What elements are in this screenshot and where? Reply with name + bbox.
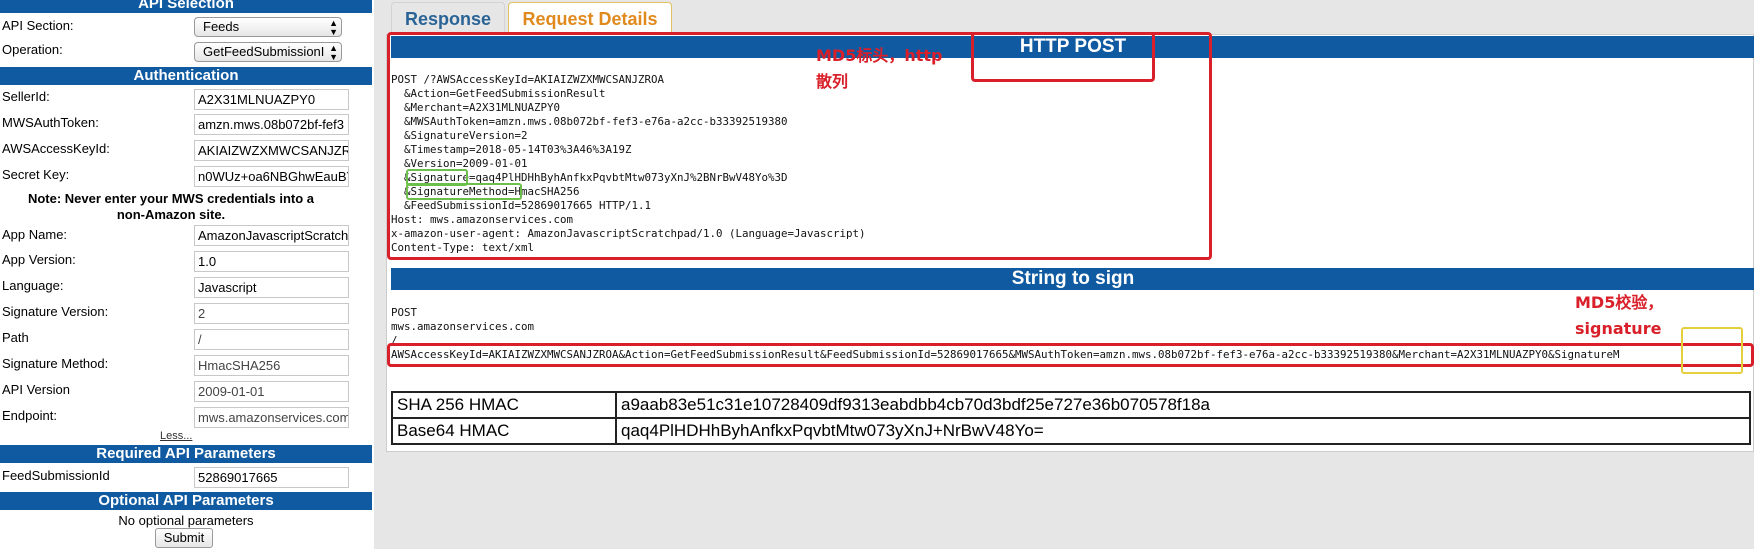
api-section-label: API Section: [2,18,74,33]
required-params-header: Required API Parameters [0,445,372,463]
less-link[interactable]: Less... [160,430,192,442]
app-version-input[interactable]: 1.0 [194,251,349,272]
authentication-header: Authentication [0,67,372,85]
api-selection-header: API Selection [0,0,372,13]
sha256-hmac-label: SHA 256 HMAC [391,391,617,419]
language-label: Language: [2,278,64,293]
submit-button[interactable]: Submit [155,528,213,548]
aws-access-key-label: AWSAccessKeyId: [2,141,110,156]
path-input[interactable]: / [194,329,349,350]
select-arrows-icon: ▲ ▼ [329,18,338,37]
http-post-title-highlight-box [971,32,1155,82]
string-to-sign-header: String to sign [391,268,1754,290]
app-version-label: App Version: [2,252,76,267]
signature-method-highlight-box [406,183,522,200]
hmac-table: SHA 256 HMAC a9aab83e51c31e10728409df931… [391,391,1751,445]
api-version-input[interactable]: 2009-01-01 [194,381,349,402]
seller-id-label: SellerId: [2,89,50,104]
path-label: Path [2,330,29,345]
base64-hmac-value: qaq4PlHDHhByhAnfkxPqvbtMtw073yXnJ+NrBwV4… [615,417,1751,445]
feed-submission-id-label: FeedSubmissionId [2,468,110,483]
string-to-sign-highlight-box [387,343,1754,367]
mws-auth-token-input[interactable]: amzn.mws.08b072bf-fef3 [194,114,349,135]
endpoint-label: Endpoint: [2,408,57,423]
left-panel: API Selection API Section: Feeds ▲ ▼ Oper… [0,0,372,549]
seller-id-input[interactable]: A2X31MLNUAZPY0 [194,89,349,110]
api-version-label: API Version [2,382,70,397]
secret-key-input[interactable]: n0WUz+oa6NBGhwEauBYl [194,166,349,187]
md5-header-annotation: MD5标头，http 散列 [816,43,942,95]
feed-submission-id-input[interactable]: 52869017665 [194,467,349,488]
aws-access-key-input[interactable]: AKIAIZWZXMWCSANJZROA [194,140,349,161]
signature-method-label: Signature Method: [2,356,109,371]
string-to-sign-line: mws.amazonservices.com [391,320,535,333]
optional-params-header: Optional API Parameters [0,492,372,510]
md5-check-annotation: MD5校验， signature [1575,290,1663,342]
mws-auth-token-label: MWSAuthToken: [2,115,99,130]
sha256-hmac-value: a9aab83e51c31e10728409df9313eabdbb4cb70d… [615,391,1751,419]
credentials-note: Note: Never enter your MWS credentials i… [27,191,315,222]
operation-value: GetFeedSubmissionI [203,44,325,59]
endpoint-input[interactable]: mws.amazonservices.com [194,407,349,428]
md5-check-annotation-line2: signature [1575,319,1662,338]
secret-key-label: Secret Key: [2,167,70,182]
signature-version-label: Signature Version: [2,304,109,319]
table-row: Base64 HMAC qaq4PlHDHhByhAnfkxPqvbtMtw07… [391,417,1751,445]
md5-header-annotation-line1: MD5标头，http [816,46,943,65]
signature-param-highlight-box [1681,327,1743,374]
md5-header-annotation-line2: 散列 [816,72,849,91]
operation-label: Operation: [2,42,63,57]
md5-check-annotation-line1: MD5校验， [1575,293,1664,312]
select-arrows-icon: ▲ ▼ [329,43,338,62]
signature-version-input[interactable]: 2 [194,303,349,324]
operation-select[interactable]: GetFeedSubmissionI ▲ ▼ [194,42,342,62]
language-input[interactable]: Javascript [194,277,349,298]
string-to-sign-line: POST [391,306,418,319]
base64-hmac-label: Base64 HMAC [391,417,617,445]
table-row: SHA 256 HMAC a9aab83e51c31e10728409df931… [391,391,1751,419]
signature-method-input[interactable]: HmacSHA256 [194,355,349,376]
api-section-select[interactable]: Feeds ▲ ▼ [194,17,342,37]
api-section-value: Feeds [203,19,240,34]
app-name-label: App Name: [2,227,68,242]
app-name-input[interactable]: AmazonJavascriptScratch [194,225,349,246]
tab-response[interactable]: Response [391,2,505,35]
tab-request-details[interactable]: Request Details [508,2,672,35]
no-optional-params-text: No optional parameters [118,513,254,528]
